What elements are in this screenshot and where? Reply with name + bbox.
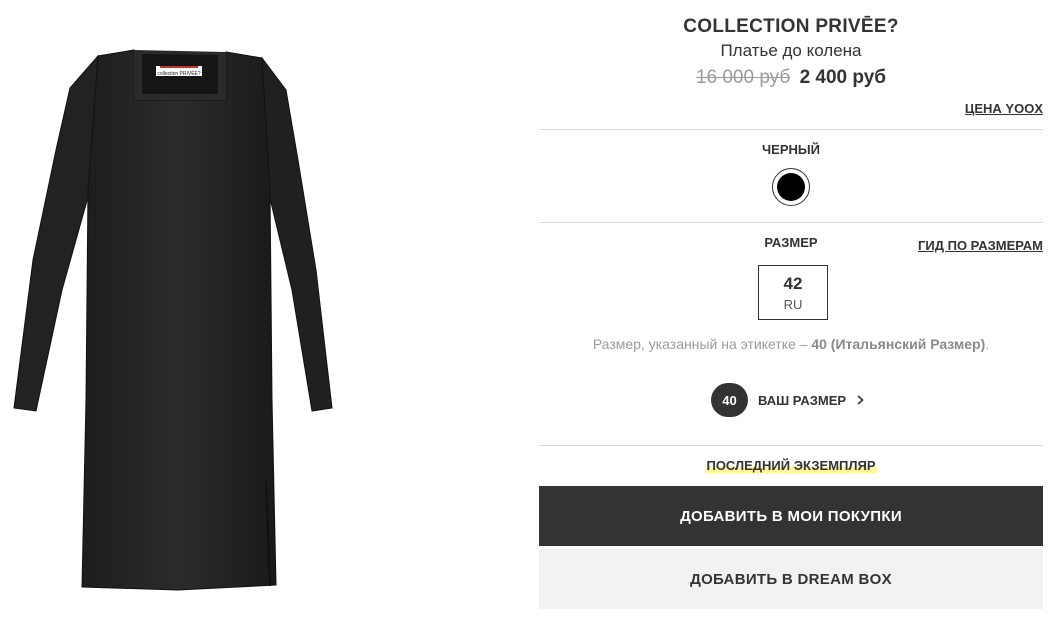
your-size-button[interactable]: 40 ВАШ РАЗМЕР xyxy=(711,383,866,417)
chevron-right-icon xyxy=(857,395,864,405)
size-guide-link[interactable]: ГИД ПО РАЗМЕРАМ xyxy=(918,238,1043,253)
size-note-prefix: Размер, указанный на этикетке – xyxy=(592,336,812,352)
your-size-badge: 40 xyxy=(711,383,748,417)
add-to-dreambox-button[interactable]: ДОБАВИТЬ В DREAM BOX xyxy=(539,549,1043,609)
divider xyxy=(539,129,1043,130)
product-page: collection PRIVĒE? COLLECTION PRIVĒE? Пл… xyxy=(0,0,1055,629)
yoox-price-link[interactable]: ЦЕНА YOOX xyxy=(965,101,1043,116)
size-note-suffix: . xyxy=(985,336,990,352)
product-category: Платье до колена xyxy=(720,41,862,60)
current-price: 2 400 руб xyxy=(799,67,887,88)
product-image[interactable]: collection PRIVĒE? xyxy=(0,0,345,629)
size-note: Размер, указанный на этикетке – 40 (Итал… xyxy=(539,336,1043,352)
size-value: 42 xyxy=(783,274,803,293)
size-note-bold: 40 (Итальянский Размер) xyxy=(811,336,986,352)
last-item-label: ПОСЛЕДНИЙ ЭКЗЕМПЛЯР xyxy=(705,458,877,473)
old-price: 16 000 руб xyxy=(695,67,791,88)
brand-name[interactable]: COLLECTION PRIVĒE? xyxy=(539,16,1043,38)
product-info: COLLECTION PRIVĒE? Платье до колена 16 0… xyxy=(539,0,1043,629)
divider xyxy=(539,222,1043,223)
add-to-cart-button[interactable]: ДОБАВИТЬ В МОИ ПОКУПКИ xyxy=(539,486,1043,546)
dress-image: collection PRIVĒE? xyxy=(13,49,333,591)
divider xyxy=(539,445,1043,446)
price-row: 16 000 руб 2 400 руб xyxy=(539,67,1043,89)
size-option-42[interactable]: 42 RU xyxy=(758,265,828,320)
last-item-notice: ПОСЛЕДНИЙ ЭКЗЕМПЛЯР xyxy=(539,457,1043,475)
color-label: ЧЕРНЫЙ xyxy=(762,142,820,157)
color-swatch-black[interactable] xyxy=(772,168,810,206)
size-unit: RU xyxy=(783,297,803,312)
your-size-label: ВАШ РАЗМЕР xyxy=(758,392,847,408)
garment-label-text: collection PRIVĒE? xyxy=(157,70,201,77)
color-swatch-fill xyxy=(777,173,805,201)
